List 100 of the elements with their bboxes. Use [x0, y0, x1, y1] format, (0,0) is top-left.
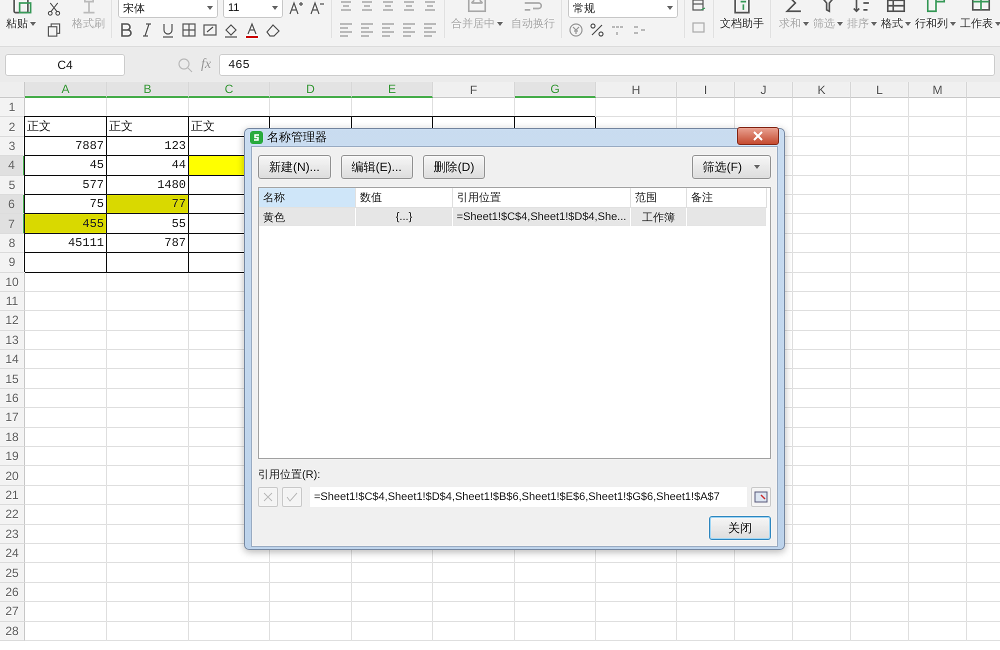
worksheet-button[interactable]: 工作表 — [960, 0, 1000, 38]
table-cell — [793, 544, 851, 564]
row-header[interactable]: 22 — [0, 505, 25, 525]
confirm-icon[interactable] — [282, 487, 302, 507]
column-header[interactable]: M — [909, 82, 967, 98]
table-cell — [677, 602, 735, 622]
row-header[interactable]: 4 — [0, 156, 25, 176]
formula-field[interactable]: 465 — [219, 54, 995, 76]
row-header[interactable]: 23 — [0, 524, 25, 544]
close-button[interactable]: 关闭 — [709, 516, 771, 540]
table-cell — [851, 544, 909, 564]
column-header[interactable]: I — [677, 82, 735, 98]
list-cell[interactable]: 黄色 — [259, 208, 356, 226]
row-header[interactable]: 19 — [0, 447, 25, 466]
row-header[interactable]: 11 — [0, 292, 25, 312]
column-header[interactable]: J — [735, 82, 793, 98]
column-header[interactable]: C — [189, 82, 270, 98]
table-cell — [793, 486, 851, 506]
table-cell — [851, 117, 909, 137]
new-button[interactable]: 新建(N)... — [258, 155, 331, 179]
table-cell — [851, 350, 909, 370]
row-header[interactable]: 8 — [0, 234, 25, 254]
column-header[interactable]: K — [793, 82, 851, 98]
row-header[interactable]: 10 — [0, 272, 25, 292]
row-header[interactable]: 28 — [0, 622, 25, 641]
table-cell — [851, 563, 909, 583]
row-header[interactable]: 26 — [0, 582, 25, 602]
list-column-header[interactable]: 备注 — [687, 188, 767, 208]
number-format-select[interactable]: 常规 — [568, 0, 678, 18]
row-header[interactable]: 25 — [0, 563, 25, 583]
row-header[interactable]: 20 — [0, 466, 25, 486]
font-size-select[interactable]: 11 — [223, 0, 283, 18]
row-header[interactable]: 7 — [0, 214, 25, 234]
table-cell — [909, 602, 967, 622]
column-header[interactable]: L — [851, 82, 909, 98]
table-cell — [909, 524, 967, 544]
list-column-header[interactable]: 名称 — [259, 188, 356, 208]
column-header[interactable]: D — [270, 82, 352, 98]
row-header[interactable]: 15 — [0, 369, 25, 389]
edit-button[interactable]: 编辑(E)... — [340, 155, 413, 179]
table-cell — [909, 505, 967, 525]
row-header[interactable]: 3 — [0, 136, 25, 156]
table-cell — [909, 156, 967, 176]
table-cell — [793, 408, 851, 428]
row-header[interactable]: 18 — [0, 428, 25, 448]
row-header[interactable]: 14 — [0, 350, 25, 370]
format-button[interactable]: 格式 — [881, 0, 911, 38]
font-select[interactable]: 宋体 — [118, 0, 218, 18]
table-cell — [851, 136, 909, 156]
delete-button[interactable]: 删除(D) — [422, 155, 486, 179]
row-header[interactable]: 13 — [0, 330, 25, 350]
row-header[interactable]: 16 — [0, 388, 25, 408]
app-icon — [250, 131, 263, 144]
row-header[interactable]: 5 — [0, 176, 25, 195]
row-header[interactable]: 21 — [0, 486, 25, 506]
caret-icon — [837, 22, 843, 26]
column-header[interactable]: A — [25, 82, 107, 98]
column-header[interactable]: E — [352, 82, 433, 98]
table-cell — [851, 622, 909, 641]
table-cell — [909, 253, 967, 273]
document-assistant-button[interactable]: 文档助手 — [720, 0, 764, 38]
table-cell — [851, 156, 909, 176]
table-cell — [851, 505, 909, 525]
paste-button[interactable]: 粘贴 — [6, 0, 36, 38]
name-box[interactable]: C4 — [5, 54, 125, 76]
column-header[interactable]: G — [515, 82, 596, 98]
row-header[interactable]: 6 — [0, 194, 25, 214]
table-cell — [909, 466, 967, 486]
table-cell — [909, 117, 967, 137]
close-icon[interactable] — [737, 126, 779, 144]
row-header[interactable]: 9 — [0, 253, 25, 273]
cancel-icon[interactable] — [258, 487, 278, 507]
caret-icon — [30, 22, 36, 26]
row-header[interactable]: 12 — [0, 311, 25, 331]
rows-columns-button[interactable]: 行和列 — [915, 0, 956, 38]
fill-bucket-icon — [223, 22, 239, 38]
table-cell — [909, 234, 967, 254]
table-cell — [909, 563, 967, 583]
column-header[interactable]: H — [596, 82, 677, 98]
row-header[interactable]: 17 — [0, 408, 25, 428]
table-cell — [851, 214, 909, 234]
table-cell — [909, 350, 967, 370]
select-all-corner[interactable] — [0, 82, 25, 98]
list-column-header[interactable]: 范围 — [631, 188, 687, 208]
table-cell — [851, 234, 909, 254]
column-header[interactable]: B — [107, 82, 189, 98]
row-header[interactable]: 2 — [0, 117, 25, 137]
list-cell: =Sheet1!$C$4,Sheet1!$D$4,She... — [453, 208, 631, 226]
collapse-icon[interactable] — [751, 487, 771, 507]
list-column-header[interactable]: 数值 — [356, 188, 453, 208]
bold-icon — [118, 22, 134, 38]
row-header[interactable]: 1 — [0, 98, 25, 118]
list-column-header[interactable]: 引用位置 — [453, 188, 631, 208]
table-cell — [677, 563, 735, 583]
filter-button[interactable]: 筛选(F) — [692, 155, 771, 179]
table-cell — [735, 98, 793, 118]
row-header[interactable]: 27 — [0, 602, 25, 622]
row-header[interactable]: 24 — [0, 544, 25, 564]
table-cell — [793, 234, 851, 254]
refers-to-field[interactable]: =Sheet1!$C$4,Sheet1!$D$4,Sheet1!$B$6,Sheet1!$E$6,Sheet1!$G$6,Sheet1!$A$7 — [310, 487, 747, 507]
